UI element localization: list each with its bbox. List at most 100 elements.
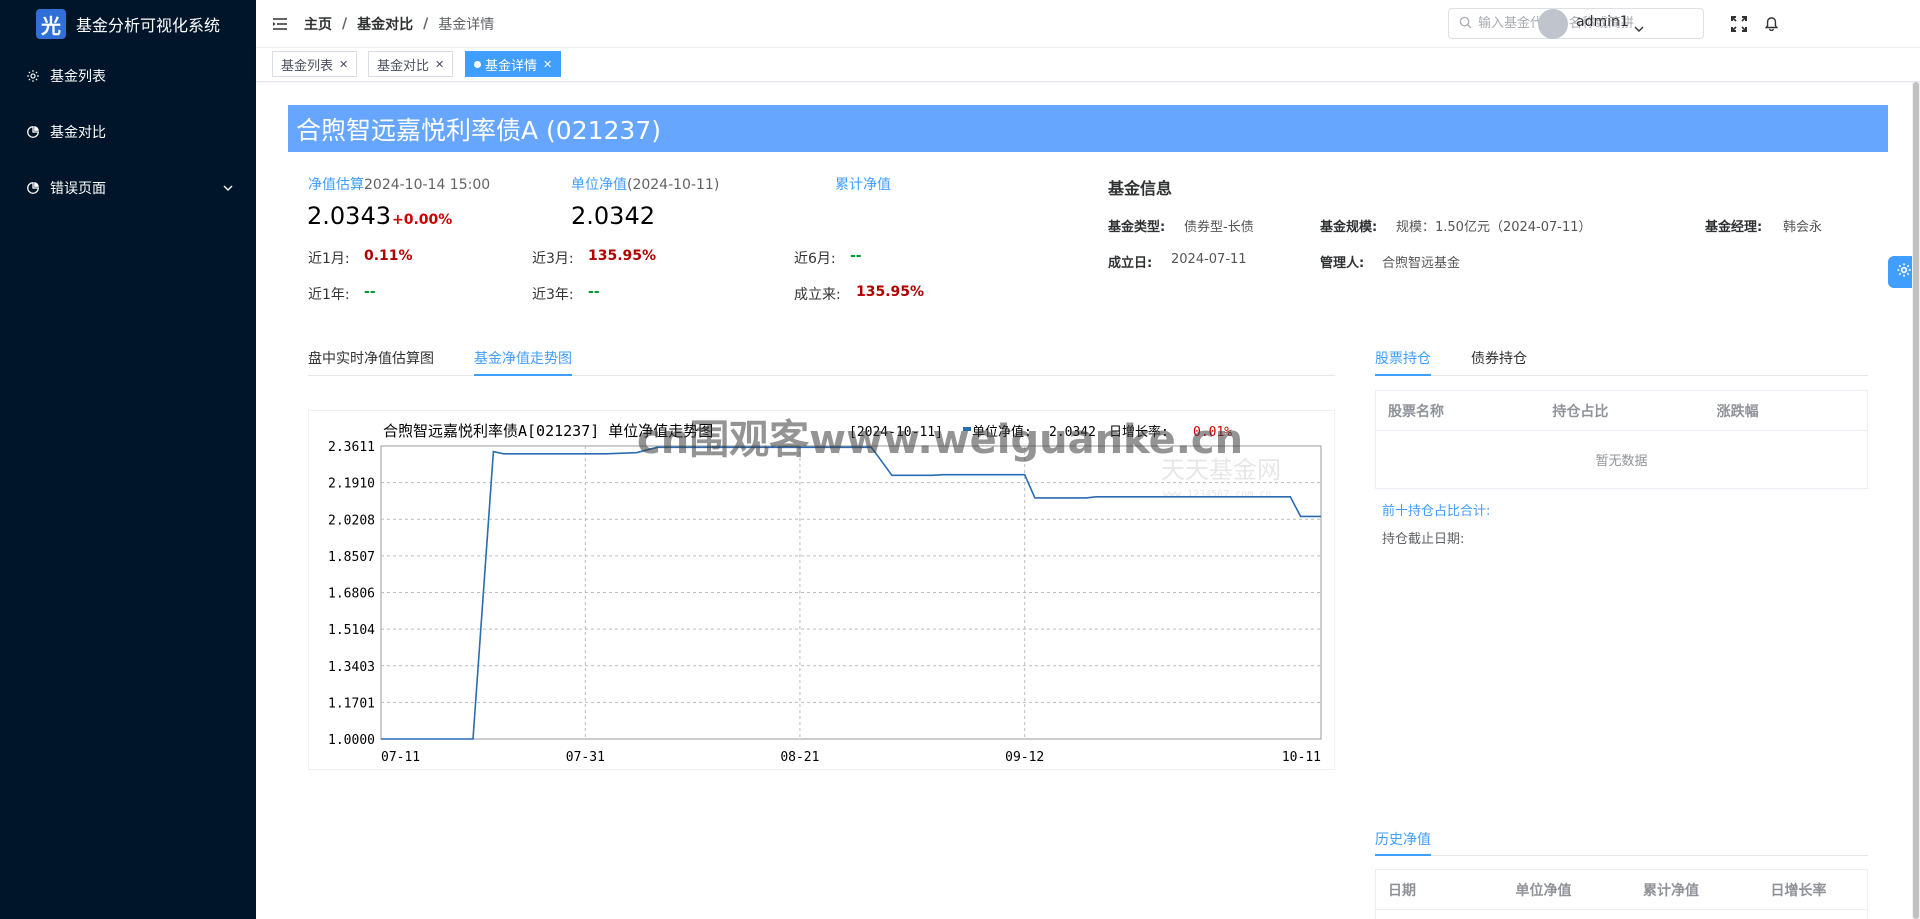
- tags-view-bar: 基金列表 ✕ 基金对比 ✕ 基金详情 ✕: [256, 48, 1920, 82]
- fund-scale-value: 规模：1.50亿元（2024-07-11）: [1396, 220, 1592, 235]
- tab-active-indicator: [1375, 374, 1431, 376]
- stat-value: --: [588, 284, 600, 300]
- y-tick-label: 1.8507: [328, 550, 375, 565]
- tag-label: 基金列表: [281, 58, 334, 74]
- estimate-time: 2024-10-14 15:00: [364, 177, 491, 193]
- y-tick-label: 2.0208: [328, 513, 375, 528]
- sidebar-item-fund-list[interactable]: 基金列表: [0, 48, 256, 104]
- breadcrumb-separator: /: [423, 15, 429, 32]
- stat-value: 0.11%: [364, 248, 413, 264]
- x-tick-label: 09-12: [1005, 750, 1044, 765]
- breadcrumb-fund-compare[interactable]: 基金对比: [357, 14, 413, 34]
- scrollbar-thumb[interactable]: [1913, 82, 1919, 919]
- x-axis: 07-11 07-31 08-21 09-12 10-11: [381, 750, 1321, 765]
- gear-icon: [1896, 262, 1912, 282]
- breadcrumb-home[interactable]: 主页: [304, 14, 332, 34]
- fund-info-title: 基金信息: [1108, 179, 1173, 198]
- tag-label: 基金对比: [377, 58, 430, 74]
- menu-toggle-icon[interactable]: [272, 16, 288, 32]
- estimate-value: 2.0343: [307, 202, 391, 230]
- fund-manager-value: 韩会永: [1783, 220, 1823, 235]
- breadcrumb-current: 基金详情: [438, 16, 495, 33]
- sidebar: 光 基金分析可视化系统 基金列表 基金对比 错误页面: [0, 0, 256, 919]
- top10-ratio-label: 前十持仓占比合计:: [1382, 504, 1491, 519]
- tab-realtime-estimate[interactable]: 盘中实时净值估算图: [308, 348, 434, 368]
- inception-label: 成立日:: [1108, 256, 1153, 271]
- page-scrollbar[interactable]: [1912, 82, 1920, 919]
- unit-nav-value: 2.0342: [571, 202, 655, 230]
- breadcrumb: 主页 / 基金对比 / 基金详情: [304, 14, 494, 34]
- chart-canvas: 2.3611 2.1910 2.0208 1.8507 1.6806 1.5104 1.34…: [328, 417, 1322, 765]
- app-title: 基金分析可视化系统: [76, 16, 221, 35]
- stat-value: --: [850, 248, 862, 264]
- stat-value: 135.95%: [588, 248, 657, 264]
- column-header: 持仓占比: [1552, 403, 1609, 420]
- y-tick-label: 2.3611: [328, 440, 375, 455]
- chart-tabs-divider: [308, 375, 1335, 376]
- unit-nav-label-text: 单位净值: [571, 177, 627, 193]
- unit-nav-date: (2024-10-11): [627, 177, 720, 193]
- overlay-watermark: cn围观客www.weiguanke.cn: [637, 417, 1243, 463]
- username[interactable]: admin1: [1576, 14, 1629, 30]
- custodian-label: 管理人:: [1320, 256, 1365, 271]
- tab-nav-trend[interactable]: 基金净值走势图: [474, 348, 572, 368]
- stat-label: 近3月:: [532, 251, 574, 267]
- holdings-date-label: 持仓截止日期:: [1382, 532, 1465, 547]
- bell-icon[interactable]: [1762, 15, 1780, 33]
- fund-type-label: 基金类型:: [1108, 220, 1166, 235]
- stat-label: 近3年:: [532, 287, 574, 303]
- acc-nav-label: 累计净值: [835, 177, 891, 193]
- tag-label: 基金详情: [485, 58, 538, 74]
- stat-label: 近1年:: [308, 287, 350, 303]
- sidebar-item-fund-compare[interactable]: 基金对比: [0, 104, 256, 160]
- empty-state: 暂无数据: [1595, 454, 1648, 469]
- x-tick-label: 10-11: [1282, 750, 1321, 765]
- tag-fund-list[interactable]: 基金列表 ✕: [272, 51, 358, 77]
- close-icon[interactable]: ✕: [435, 58, 444, 71]
- tab-stock-holdings[interactable]: 股票持仓: [1375, 348, 1431, 368]
- tab-active-indicator: [474, 374, 572, 376]
- y-axis: 2.3611 2.1910 2.0208 1.8507 1.6806 1.5104 1.34…: [328, 440, 375, 748]
- gear-icon: [26, 69, 40, 83]
- chevron-down-icon: [222, 182, 234, 198]
- chevron-down-icon[interactable]: [1634, 19, 1644, 38]
- tab-history-nav[interactable]: 历史净值: [1375, 829, 1431, 849]
- sidebar-item-label: 错误页面: [50, 181, 106, 197]
- tag-fund-detail[interactable]: 基金详情 ✕: [465, 51, 562, 77]
- tag-fund-compare[interactable]: 基金对比 ✕: [368, 51, 454, 77]
- table-header: 股票名称 持仓占比 涨跌幅: [1376, 391, 1867, 431]
- avatar[interactable]: [1538, 9, 1568, 39]
- fund-scale-label: 基金规模:: [1320, 220, 1378, 235]
- tab-bond-holdings[interactable]: 债券持仓: [1471, 348, 1527, 368]
- search-icon: [1459, 14, 1472, 33]
- x-tick-label: 08-21: [780, 750, 819, 765]
- fund-manager-label: 基金经理:: [1705, 220, 1763, 235]
- table-header: 日期 单位净值 累计净值 日增长率: [1376, 870, 1867, 910]
- column-header: 日期: [1388, 882, 1416, 899]
- sidebar-item-error-pages[interactable]: 错误页面: [0, 160, 256, 216]
- y-tick-label: 1.1701: [328, 696, 375, 711]
- app-logo[interactable]: 光 基金分析可视化系统: [0, 0, 256, 48]
- chart-icon: [26, 181, 40, 195]
- fullscreen-icon[interactable]: [1730, 15, 1748, 33]
- sidebar-item-label: 基金对比: [50, 125, 106, 141]
- stat-value: 135.95%: [856, 284, 925, 300]
- estimate-change: +0.00%: [392, 212, 453, 228]
- holdings-table: 股票名称 持仓占比 涨跌幅 暂无数据: [1375, 390, 1868, 489]
- holdings-tabs-divider: [1375, 375, 1868, 376]
- stat-label: 近1月:: [308, 251, 350, 267]
- fund-title: 合煦智远嘉悦利率债A (021237): [296, 115, 661, 145]
- close-icon[interactable]: ✕: [339, 58, 348, 71]
- fund-type-value: 债券型-长债: [1184, 220, 1254, 235]
- y-tick-label: 1.6806: [328, 587, 375, 602]
- tab-active-indicator: [1375, 854, 1431, 856]
- inception-value: 2024-07-11: [1171, 252, 1247, 267]
- chart-icon: [26, 125, 40, 139]
- close-icon[interactable]: ✕: [543, 58, 552, 71]
- column-header: 日增长率: [1770, 882, 1827, 899]
- x-tick-label: 07-11: [381, 750, 420, 765]
- column-header: 股票名称: [1388, 403, 1444, 420]
- stat-label: 成立来:: [794, 287, 841, 303]
- y-tick-label: 1.3403: [328, 660, 375, 675]
- y-tick-label: 2.1910: [328, 477, 375, 492]
